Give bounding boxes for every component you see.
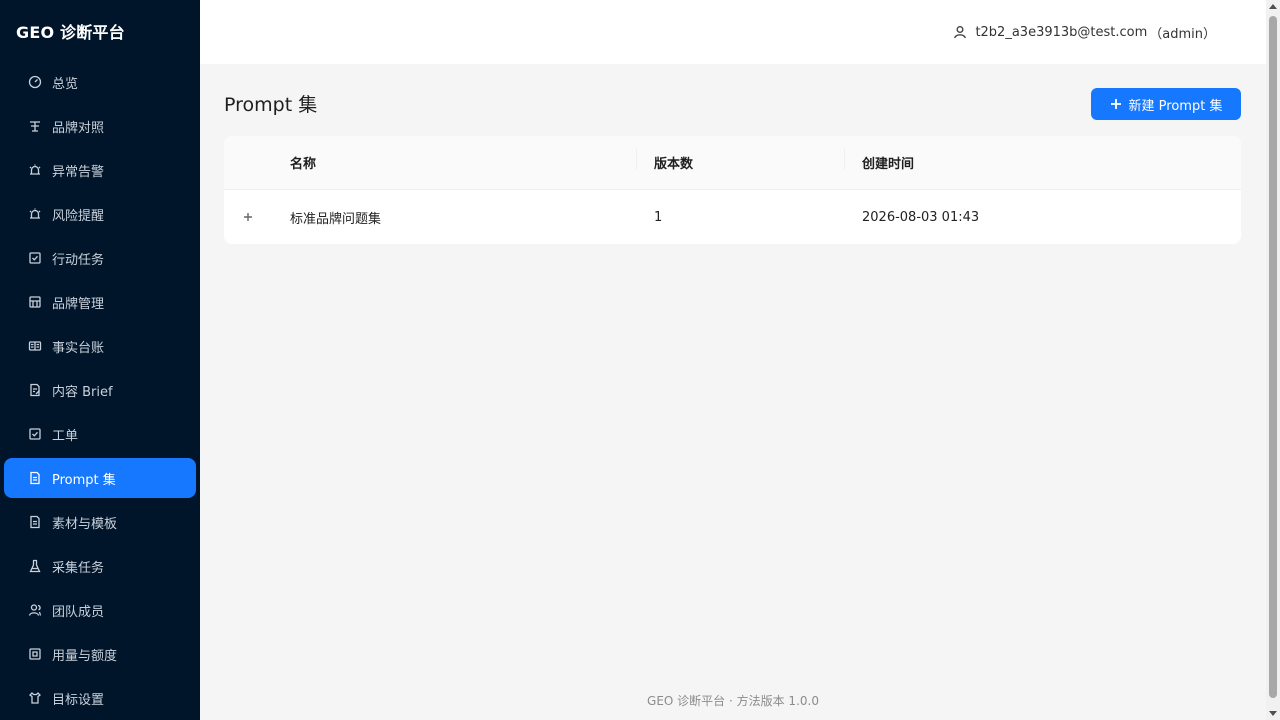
sidebar-item-label: 工单 xyxy=(52,428,79,444)
row-expand-cell xyxy=(224,210,272,224)
user-email: t2b2_a3e3913b@test.com xyxy=(975,24,1148,40)
user-menu[interactable]: t2b2_a3e3913b@test.com （admin） xyxy=(953,23,1216,42)
table-row[interactable]: 标准品牌问题集 1 2026-08-03 01:43 xyxy=(224,190,1241,244)
plus-icon xyxy=(1110,98,1122,110)
sidebar-item-brand-compare[interactable]: 品牌对照 xyxy=(4,106,196,146)
flask-icon xyxy=(28,559,42,573)
table-header: 名称 版本数 创建时间 xyxy=(224,136,1241,190)
sidebar-item-label: 品牌管理 xyxy=(52,296,105,312)
sidebar-menu: 总览 品牌对照 异常告警 风险提醒 行动任务 品牌管理 事实台账 内容 Brie… xyxy=(0,62,200,718)
page-scrollbar[interactable] xyxy=(1266,0,1280,720)
sidebar-item-tickets[interactable]: 工单 xyxy=(4,414,196,454)
app-root: GEO 诊断平台 总览 品牌对照 异常告警 风险提醒 行动任务 品牌管理 事实台… xyxy=(0,0,1280,720)
scroll-up-icon[interactable] xyxy=(1269,4,1277,9)
file-icon xyxy=(28,471,42,485)
sidebar-item-label: 素材与模板 xyxy=(52,516,118,532)
user-role: （admin） xyxy=(1149,26,1216,42)
cell-name: 标准品牌问题集 xyxy=(290,211,382,227)
dashboard-icon xyxy=(28,75,42,89)
page-title: Prompt 集 xyxy=(224,94,318,116)
sidebar-item-collection-tasks[interactable]: 采集任务 xyxy=(4,546,196,586)
top-header: t2b2_a3e3913b@test.com （admin） xyxy=(200,0,1266,64)
sidebar-item-label: 事实台账 xyxy=(52,340,105,356)
document-edit-icon xyxy=(28,383,42,397)
sidebar-item-risk-reminders[interactable]: 风险提醒 xyxy=(4,194,196,234)
sidebar-item-label: 行动任务 xyxy=(52,252,105,268)
expand-plus-icon[interactable] xyxy=(241,210,255,224)
sidebar-item-label: 团队成员 xyxy=(52,604,105,620)
column-header-versions[interactable]: 版本数 xyxy=(636,148,844,172)
sidebar-item-materials-templates[interactable]: 素材与模板 xyxy=(4,502,196,542)
scroll-thumb[interactable] xyxy=(1269,16,1277,698)
sidebar-item-label: 品牌对照 xyxy=(52,120,105,136)
sidebar-item-action-tasks[interactable]: 行动任务 xyxy=(4,238,196,278)
sidebar-item-overview[interactable]: 总览 xyxy=(4,62,196,102)
sidebar-item-usage-quota[interactable]: 用量与额度 xyxy=(4,634,196,674)
compare-icon xyxy=(28,119,42,133)
sidebar-item-label: 采集任务 xyxy=(52,560,105,576)
sidebar-item-label: 目标设置 xyxy=(52,692,105,708)
prompt-set-table: 名称 版本数 创建时间 标准品牌问题集 1 2026-08-03 01:43 xyxy=(224,136,1241,244)
sidebar-item-target-settings[interactable]: 目标设置 xyxy=(4,678,196,718)
sidebar-item-brand-management[interactable]: 品牌管理 xyxy=(4,282,196,322)
new-prompt-set-button[interactable]: 新建 Prompt 集 xyxy=(1091,88,1241,120)
alert-icon xyxy=(28,163,42,177)
sidebar-item-label: 风险提醒 xyxy=(52,208,105,224)
cell-created: 2026-08-03 01:43 xyxy=(862,209,980,225)
ticket-icon xyxy=(28,427,42,441)
sidebar-item-team-members[interactable]: 团队成员 xyxy=(4,590,196,630)
app-logo: GEO 诊断平台 xyxy=(16,23,125,42)
sidebar-item-label: 异常告警 xyxy=(52,164,105,180)
sidebar-item-anomaly-alerts[interactable]: 异常告警 xyxy=(4,150,196,190)
bell-icon xyxy=(28,207,42,221)
check-square-icon xyxy=(28,251,42,265)
scroll-down-icon[interactable] xyxy=(1269,711,1277,716)
file-template-icon xyxy=(28,515,42,529)
main-content: Prompt 集 新建 Prompt 集 名称 版本数 创建时间 标准品牌问题集… xyxy=(200,64,1266,720)
sidebar-item-label: 总览 xyxy=(52,76,79,92)
ledger-icon xyxy=(28,339,42,353)
user-icon xyxy=(953,25,967,39)
sidebar-item-content-brief[interactable]: 内容 Brief xyxy=(4,370,196,410)
new-prompt-set-button-label: 新建 Prompt 集 xyxy=(1128,98,1223,114)
quota-icon xyxy=(28,647,42,661)
sidebar-item-label: 内容 Brief xyxy=(52,384,113,400)
brand-icon xyxy=(28,295,42,309)
column-header-name[interactable]: 名称 xyxy=(272,153,636,172)
target-icon xyxy=(28,691,42,705)
team-icon xyxy=(28,603,42,617)
sidebar-item-label: Prompt 集 xyxy=(52,472,116,488)
column-header-created[interactable]: 创建时间 xyxy=(844,148,1241,172)
sidebar-item-fact-ledger[interactable]: 事实台账 xyxy=(4,326,196,366)
cell-versions: 1 xyxy=(654,209,663,225)
footer-text: GEO 诊断平台 · 方法版本 1.0.0 xyxy=(647,694,819,708)
sidebar: GEO 诊断平台 总览 品牌对照 异常告警 风险提醒 行动任务 品牌管理 事实台… xyxy=(0,0,200,720)
sidebar-item-prompt-sets[interactable]: Prompt 集 xyxy=(4,458,196,498)
sidebar-item-label: 用量与额度 xyxy=(52,648,118,664)
